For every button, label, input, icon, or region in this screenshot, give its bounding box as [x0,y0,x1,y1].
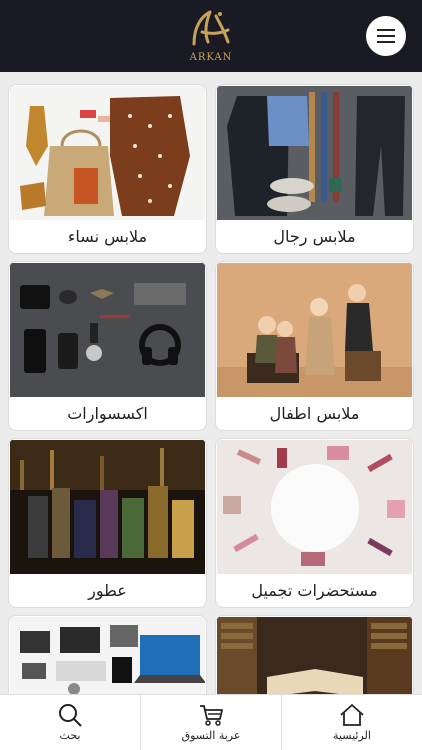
category-card-men[interactable]: ملابس رجال [215,84,414,254]
bottom-nav: بحث عربة التسوق الرئيسية [0,694,422,750]
arkan-logo[interactable]: ARKAN [180,6,242,66]
category-image-accessories [10,263,205,397]
category-card-books[interactable] [215,615,414,694]
nav-search[interactable]: بحث [0,695,140,750]
category-grid: ملابس رجال ملابس نساء ملابس اطفال اكسسوا… [8,84,414,694]
category-card-perfumes[interactable]: عطور [8,438,207,608]
nav-home[interactable]: الرئيسية [281,695,422,750]
app-root: ARKAN ملابس رجال ملابس نساء ملابس اطفال … [0,0,422,750]
hamburger-icon [377,29,395,43]
category-label-men: ملابس رجال [273,227,356,246]
logo-text: ARKAN [189,52,233,63]
nav-cart[interactable]: عربة التسوق [140,695,281,750]
category-label-women: ملابس نساء [67,227,148,246]
category-card-electronics[interactable] [8,615,207,694]
category-label-cosmetics: مستحضرات تجميل [251,581,378,600]
home-icon [340,704,364,726]
menu-button[interactable] [366,16,406,56]
nav-cart-label: عربة التسوق [181,729,241,742]
category-image-perfumes [10,440,205,574]
category-card-women[interactable]: ملابس نساء [8,84,207,254]
category-image-men [217,86,412,220]
app-header: ARKAN [0,0,422,72]
category-image-cosmetics [217,440,412,574]
category-image-electronics [10,617,205,694]
nav-home-label: الرئيسية [333,729,371,742]
category-label-kids: ملابس اطفال [269,404,360,423]
search-icon [59,704,82,727]
category-image-women [10,86,205,220]
cart-icon [200,705,223,726]
category-label-perfumes: عطور [88,581,127,600]
category-card-kids[interactable]: ملابس اطفال [215,261,414,431]
nav-search-label: بحث [59,729,81,742]
category-card-accessories[interactable]: اكسسوارات [8,261,207,431]
category-card-cosmetics[interactable]: مستحضرات تجميل [215,438,414,608]
category-image-kids [217,263,412,397]
category-image-books [217,617,412,694]
category-label-accessories: اكسسوارات [67,404,148,423]
logo-mark-icon [192,10,230,46]
